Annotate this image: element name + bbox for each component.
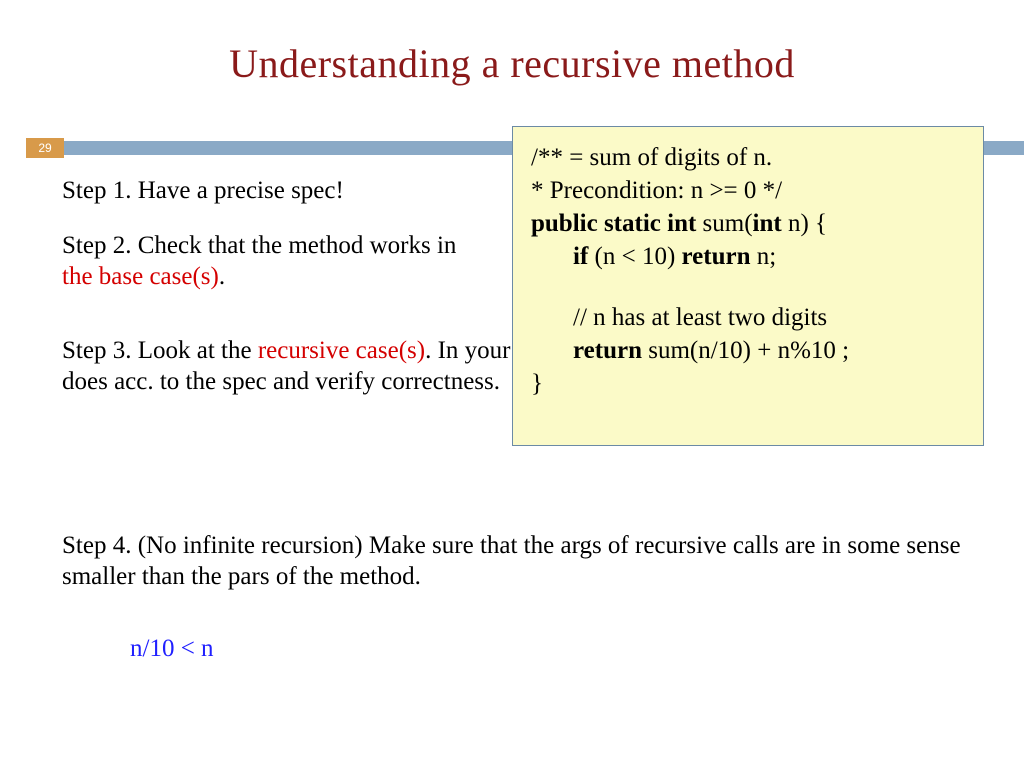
code-4d: n; [751,243,777,270]
code-6b: sum(n/10) + n%10 ; [642,337,849,364]
kw-public-static-int: public static int [531,210,696,237]
code-3b: sum( [696,210,752,237]
kw-return-2: return [573,337,642,364]
kw-if: if [573,243,588,270]
step-3-highlight: recursive case(s) [258,337,425,364]
inequality-note: n/10 < n [130,635,214,663]
code-line-3: public static int sum(int n) { [531,207,967,240]
code-blank-line [531,273,967,301]
kw-int-param: int [753,210,782,237]
kw-return-1: return [682,243,751,270]
step-1-text: Step 1. Have a precise spec! [62,175,492,206]
code-4b: (n < 10) [588,243,681,270]
code-line-5: // n has at least two digits [531,301,967,334]
page-number-badge: 29 [26,138,64,158]
step-3-a: Step 3. Look at the [62,337,258,364]
code-3d: n) { [782,210,827,237]
step-2-highlight: the base case(s) [62,263,219,290]
step-4-text: Step 4. (No infinite recursion) Make sur… [62,530,982,593]
code-line-1: /** = sum of digits of n. [531,141,967,174]
code-box: /** = sum of digits of n. * Precondition… [512,126,984,446]
slide-title: Understanding a recursive method [0,40,1024,87]
code-line-2: * Precondition: n >= 0 */ [531,174,967,207]
slide: Understanding a recursive method 29 Step… [0,0,1024,768]
code-line-4: if (n < 10) return n; [531,240,967,273]
step-2-text: Step 2. Check that the method works in t… [62,230,492,293]
code-line-7: } [531,367,967,400]
code-line-6: return sum(n/10) + n%10 ; [531,334,967,367]
step-2-a: Step 2. Check that the method works in [62,232,456,259]
step-2-c: . [219,263,225,290]
